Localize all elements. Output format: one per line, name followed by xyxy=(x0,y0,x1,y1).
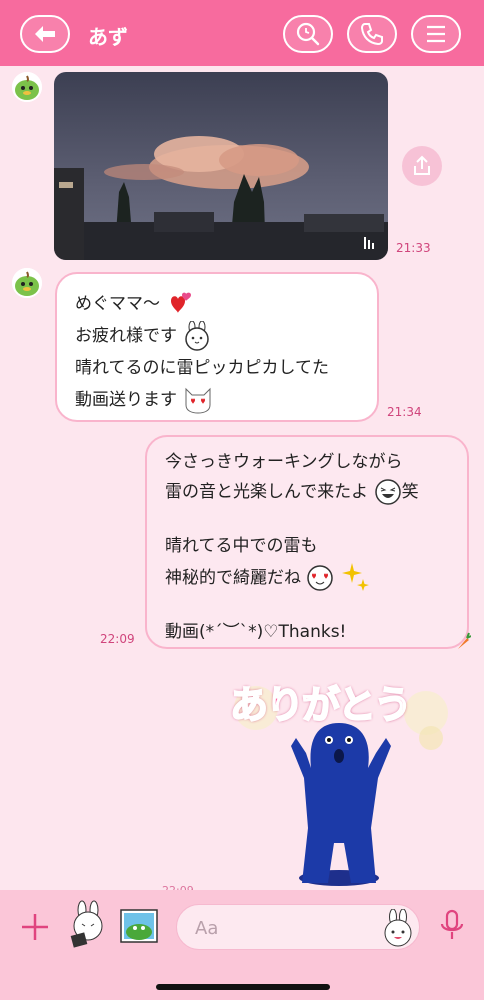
laughing-emoji xyxy=(374,479,401,505)
share-button[interactable] xyxy=(402,146,442,186)
heart-eyes-emoji xyxy=(307,565,334,591)
message-line: 今さっきウォーキングしながら xyxy=(165,452,403,472)
message-line: お疲れ様です xyxy=(75,320,359,352)
thank-you-sticker[interactable]: ありがとう xyxy=(226,668,452,890)
home-indicator xyxy=(156,984,330,990)
outgoing-message-bubble[interactable]: 今さっきウォーキングしながら 雷の音と光楽しんで来たよ 笑 晴れてる中での雷も … xyxy=(145,435,469,649)
outgoing-timestamp: 22:09 xyxy=(100,632,135,646)
chat-title: あず xyxy=(88,25,128,49)
message-line: 動画送ります xyxy=(75,384,359,416)
message-line: 晴れてる中での雷も xyxy=(165,536,318,556)
back-button[interactable] xyxy=(20,15,70,53)
hamburger-menu-icon xyxy=(427,25,445,43)
message-line: めぐママ〜 xyxy=(75,288,359,320)
message-line: 神秘的で綺麗だね xyxy=(165,561,449,595)
call-button[interactable] xyxy=(347,15,397,53)
message-line: 雷の音と光楽しんで来たよ 笑 xyxy=(165,477,449,507)
incoming-message-bubble[interactable]: めぐママ〜 お疲れ様です 晴れてるのに雷ピッカピカしてた 動画送ります xyxy=(55,272,379,422)
heart-eyes-cat-emoji xyxy=(185,387,211,414)
add-button[interactable] xyxy=(18,910,52,944)
avatar[interactable] xyxy=(12,268,42,298)
message-line: 動画(*´︶`*)♡Thanks! xyxy=(165,622,347,642)
gallery-button[interactable] xyxy=(119,908,159,944)
message-input[interactable] xyxy=(195,917,375,939)
red-heart-emoji xyxy=(171,292,192,313)
bird-avatar-icon xyxy=(12,72,42,102)
menu-button[interactable] xyxy=(411,15,461,53)
photo-timestamp: 21:33 xyxy=(396,241,431,255)
thunder-sky-photo xyxy=(54,72,388,260)
back-arrow-icon xyxy=(35,26,55,42)
bird-avatar-icon xyxy=(12,268,42,298)
search-icon xyxy=(296,22,320,46)
carrot-icon xyxy=(458,632,471,649)
bunny-sticker-icon xyxy=(70,900,103,948)
incoming-timestamp: 21:34 xyxy=(387,405,422,419)
search-button[interactable] xyxy=(283,15,333,53)
chat-header: あず xyxy=(0,0,484,66)
video-thumbnail[interactable] xyxy=(54,72,388,260)
voice-button[interactable] xyxy=(438,908,466,944)
message-line: 晴れてるのに雷ピッカピカしてた xyxy=(75,358,329,378)
avatar[interactable] xyxy=(12,72,42,102)
phone-icon xyxy=(360,23,383,46)
microphone-icon xyxy=(440,909,464,939)
sticker-text: ありがとう xyxy=(229,682,413,728)
bunny-emoji xyxy=(185,320,210,351)
share-icon xyxy=(414,155,430,175)
message-input-container[interactable] xyxy=(176,904,420,950)
plus-icon xyxy=(22,914,48,940)
sparkles-emoji xyxy=(341,563,369,591)
photo-gallery-icon xyxy=(120,909,158,943)
emoji-picker-icon[interactable] xyxy=(381,909,415,947)
sticker-button[interactable] xyxy=(66,900,110,950)
